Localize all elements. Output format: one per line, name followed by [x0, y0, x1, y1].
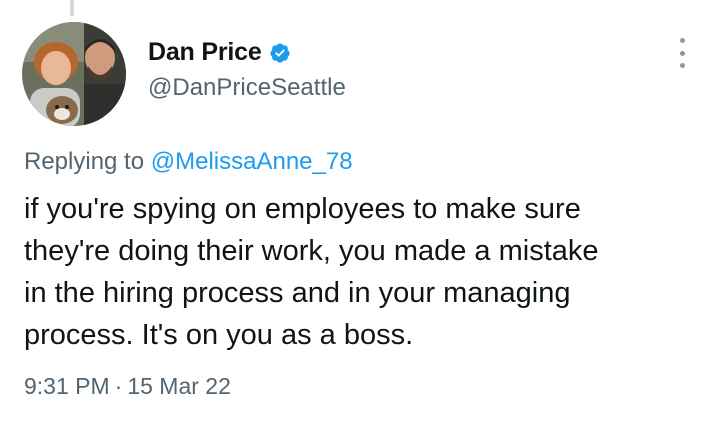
verified-badge-icon	[269, 42, 291, 64]
replying-to-label: Replying to	[24, 148, 145, 175]
more-dot	[679, 50, 685, 56]
avatar-photo	[22, 22, 126, 126]
tweet-time: 9:31 PM	[24, 373, 110, 399]
reply-mention-link[interactable]: @MelissaAnne_78	[151, 148, 353, 175]
more-options-icon[interactable]	[672, 38, 692, 68]
tweet: Dan Price @DanPriceSeattle Replying to @…	[0, 0, 720, 421]
tweet-text-line: they're doing their work, you made a mis…	[24, 235, 599, 267]
avatar[interactable]	[22, 22, 126, 126]
thread-connector-line	[70, 0, 74, 16]
timestamp-separator: ·	[114, 373, 123, 399]
more-dot	[679, 38, 685, 43]
author-name-row: Dan Price	[148, 38, 291, 67]
more-dot	[679, 63, 685, 68]
tweet-text: if you're spying on employees to make su…	[24, 188, 708, 356]
author-display-name[interactable]: Dan Price	[148, 38, 262, 67]
replying-to: Replying to @MelissaAnne_78	[24, 148, 353, 176]
author-handle[interactable]: @DanPriceSeattle	[148, 74, 346, 102]
tweet-text-line: if you're spying on employees to make su…	[24, 193, 581, 225]
tweet-text-line: process. It's on you as a boss.	[24, 319, 414, 351]
tweet-text-line: in the hiring process and in your managi…	[24, 277, 571, 309]
tweet-timestamp[interactable]: 9:31 PM · 15 Mar 22	[24, 373, 231, 400]
tweet-date: 15 Mar 22	[127, 373, 231, 399]
